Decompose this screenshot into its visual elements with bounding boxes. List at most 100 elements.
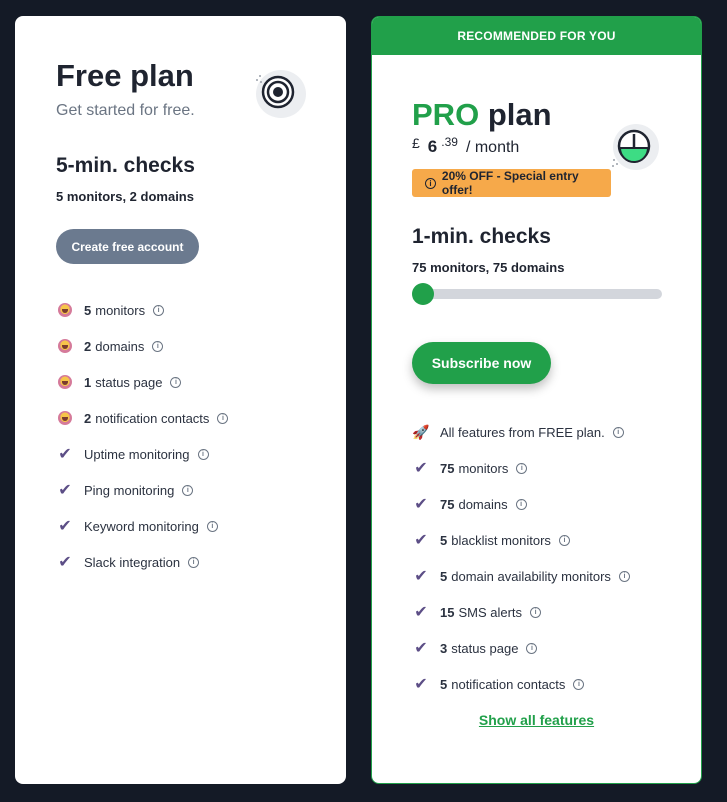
price-currency: £ — [412, 135, 420, 151]
pro-price: £ 6 .39 / month — [412, 135, 520, 157]
info-circle-icon[interactable]: i — [516, 462, 528, 474]
feature-count: 5 — [84, 302, 92, 318]
pro-plan-title: PRO plan — [412, 97, 552, 133]
feature-count: 5 — [440, 568, 448, 584]
feature-label: monitors — [458, 460, 509, 476]
info-circle-icon[interactable]: i — [618, 570, 630, 582]
feature-count: 15 — [440, 604, 455, 620]
info-circle-icon[interactable]: i — [188, 556, 200, 568]
feature-count: 5 — [440, 532, 448, 548]
check-icon: ✔ — [414, 532, 428, 549]
pro-plan-title-accent: PRO — [412, 97, 480, 132]
info-circle-icon[interactable]: i — [206, 520, 218, 532]
feature-count: 3 — [440, 640, 448, 656]
feature-count: 75 — [440, 496, 455, 512]
feature-label: monitors — [95, 302, 146, 318]
feature-label: status page — [95, 374, 163, 390]
free-plan-card: Free plan Get started for free. 5-min. c… — [15, 16, 346, 784]
feature-label: Uptime monitoring — [84, 446, 190, 462]
emoji-icon — [56, 375, 74, 389]
check-icon: ✔ — [414, 676, 428, 693]
emoji-icon — [56, 339, 74, 353]
free-feature-list: 5 monitors i 2 domains i 1 status page i 2 notific… — [56, 292, 229, 580]
feature-count: 75 — [440, 460, 455, 476]
feature-label: notification contacts — [95, 410, 210, 426]
feature-label: domain availability monitors — [451, 568, 611, 584]
feature-item: ✔ Slack integration i — [56, 544, 228, 580]
check-icon: ✔ — [58, 518, 72, 535]
price-period: / month — [465, 139, 520, 156]
pro-feature-list: 🚀 All features from FREE plan. i ✔ 75 monitor… — [412, 414, 630, 702]
info-circle-icon[interactable]: i — [573, 678, 585, 690]
plan-size-slider[interactable] — [412, 283, 662, 305]
feature-label: domains — [458, 496, 508, 512]
feature-item: ✔ 5 notification contacts i — [412, 666, 630, 702]
feature-label: All features from FREE plan. — [440, 424, 605, 440]
target-illustration-icon — [256, 70, 306, 118]
feature-item: 2 notification contacts i — [56, 400, 229, 436]
info-circle-icon[interactable]: i — [612, 426, 624, 438]
special-offer-badge: i 20% OFF - Special entry offer! — [412, 169, 611, 197]
check-icon: ✔ — [414, 460, 428, 477]
free-check-interval: 5-min. checks — [56, 154, 195, 177]
feature-item: 5 monitors i — [56, 292, 228, 328]
show-all-features-link[interactable]: Show all features — [372, 712, 701, 728]
pro-limits: 75 monitors, 75 domains — [412, 260, 565, 275]
subscribe-now-button[interactable]: Subscribe now — [412, 342, 551, 384]
info-circle-icon[interactable]: i — [515, 498, 527, 510]
pro-plan-title-rest: plan — [487, 97, 552, 132]
info-circle-icon[interactable]: i — [182, 484, 194, 496]
feature-item: ✔ Ping monitoring i — [56, 472, 228, 508]
feature-item: ✔ Keyword monitoring i — [56, 508, 228, 544]
info-circle-icon[interactable]: i — [197, 448, 209, 460]
feature-item: 2 domains i — [56, 328, 228, 364]
pro-plan-card: RECOMMENDED FOR YOU PRO plan £ 6 .39 / m… — [371, 16, 702, 784]
special-offer-text: 20% OFF - Special entry offer! — [441, 169, 579, 197]
pro-check-interval: 1-min. checks — [412, 225, 551, 248]
check-icon: ✔ — [58, 482, 72, 499]
info-circle-icon[interactable]: i — [153, 304, 165, 316]
feature-label: status page — [451, 640, 519, 656]
emoji-icon — [56, 411, 74, 425]
feature-item: 🚀 All features from FREE plan. i — [412, 414, 630, 450]
check-icon: ✔ — [414, 640, 428, 657]
price-decimal: .39 — [441, 135, 458, 149]
feature-item: ✔ 5 blacklist monitors i — [412, 522, 630, 558]
feature-label: SMS alerts — [458, 604, 523, 620]
feature-label: Keyword monitoring — [84, 518, 199, 534]
feature-label: Slack integration — [84, 554, 181, 570]
info-circle-icon[interactable]: i — [526, 642, 538, 654]
free-plan-subtitle: Get started for free. — [56, 102, 195, 119]
speedometer-illustration-icon — [612, 124, 659, 170]
recommended-banner: RECOMMENDED FOR YOU — [372, 17, 701, 55]
feature-count: 2 — [84, 338, 92, 354]
feature-item: ✔ 3 status page i — [412, 630, 630, 666]
info-circle-icon[interactable]: i — [558, 534, 570, 546]
rocket-icon: 🚀 — [412, 423, 430, 440]
slider-handle[interactable] — [412, 283, 434, 305]
check-icon: ✔ — [58, 446, 72, 463]
feature-item: ✔ 5 domain availability monitors i — [412, 558, 630, 594]
create-free-account-button[interactable]: Create free account — [56, 229, 199, 264]
info-circle-icon[interactable]: i — [152, 340, 164, 352]
feature-count: 5 — [440, 676, 448, 692]
feature-label: notification contacts — [451, 676, 566, 692]
feature-label: blacklist monitors — [451, 532, 551, 548]
emoji-icon — [56, 303, 74, 317]
feature-item: ✔ 75 domains i — [412, 486, 630, 522]
feature-item: ✔ Uptime monitoring i — [56, 436, 228, 472]
check-icon: ✔ — [414, 496, 428, 513]
feature-label: Ping monitoring — [84, 482, 175, 498]
info-circle-icon: i — [425, 177, 436, 189]
info-circle-icon[interactable]: i — [530, 606, 542, 618]
check-icon: ✔ — [414, 604, 428, 621]
feature-item: ✔ 15 SMS alerts i — [412, 594, 630, 630]
feature-label: domains — [95, 338, 145, 354]
check-icon: ✔ — [414, 568, 428, 585]
feature-count: 1 — [84, 374, 92, 390]
info-circle-icon[interactable]: i — [217, 412, 229, 424]
info-circle-icon[interactable]: i — [170, 376, 182, 388]
feature-item: ✔ 75 monitors i — [412, 450, 630, 486]
feature-count: 2 — [84, 410, 92, 426]
check-icon: ✔ — [58, 554, 72, 571]
